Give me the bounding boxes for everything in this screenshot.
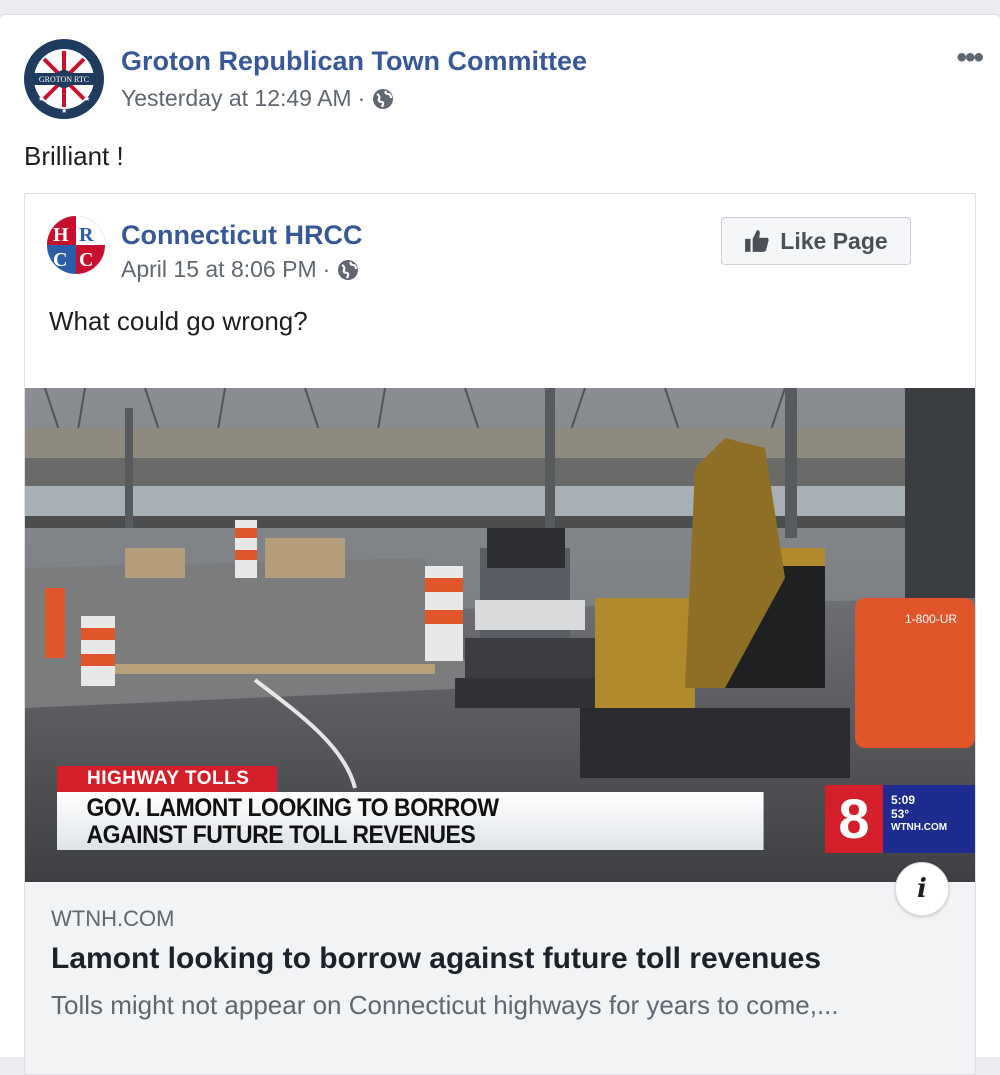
like-page-button[interactable]: Like Page [721,217,911,265]
avatar-text: GROTON RTC [39,75,89,84]
channel-temp: 53° [891,807,910,821]
meta-separator: · [322,256,331,282]
shared-post: H R C C Connecticut HRCC April 15 at 8:0… [24,193,976,1075]
globe-icon[interactable] [336,258,360,282]
chyron-headline: GOV. LAMONT LOOKING TO BORROW AGAINST FU… [57,792,764,850]
chyron-line-2: AGAINST FUTURE TOLL REVENUES [86,821,476,849]
post-timestamp[interactable]: Yesterday at 12:49 AM [121,85,352,112]
chyron-tag: HIGHWAY TOLLS [57,766,278,792]
svg-text:R: R [79,224,94,246]
more-options-icon[interactable]: ••• [956,41,983,75]
globe-icon[interactable] [371,87,395,111]
channel-info-box: 5:09 53° WTNH.COM [883,785,975,853]
chyron-line-1: GOV. LAMONT LOOKING TO BORROW [86,794,499,822]
like-page-label: Like Page [780,227,888,254]
shared-post-text: What could go wrong? [49,306,308,336]
post-card: GROTON RTC ★ ★ ★ ★ ★ Groton Republican Tow… [0,14,1000,1075]
svg-text:★: ★ [84,59,90,67]
link-domain: WTNH.COM [51,906,175,931]
svg-text:H: H [53,224,69,246]
svg-text:★: ★ [38,59,44,67]
svg-text:1-800-UR: 1-800-UR [905,612,957,626]
shared-author-link[interactable]: Connecticut HRCC [121,220,363,251]
info-icon[interactable]: i [895,862,949,916]
svg-text:C: C [53,249,67,271]
link-preview[interactable]: WTNH.COM Lamont looking to borrow agains… [25,882,975,1074]
link-title[interactable]: Lamont looking to borrow against future … [51,942,821,976]
groton-rtc-avatar[interactable]: GROTON RTC ★ ★ ★ ★ ★ [24,39,104,119]
svg-text:★: ★ [84,95,90,103]
shared-meta: April 15 at 8:06 PM · [121,256,360,283]
svg-text:★: ★ [38,95,44,103]
post-author-link[interactable]: Groton Republican Town Committee [121,46,587,77]
link-description: Tolls might not appear on Connecticut hi… [51,990,839,1020]
channel-site: WTNH.COM [891,822,948,833]
thumbs-up-icon [745,230,769,252]
hrcc-avatar[interactable]: H R C C [47,216,105,274]
post-text: Brilliant ! [24,141,124,171]
svg-text:C: C [79,249,93,271]
svg-text:★: ★ [61,107,67,115]
post-meta: Yesterday at 12:49 AM · [121,85,395,112]
shared-timestamp[interactable]: April 15 at 8:06 PM [121,256,317,283]
video-thumbnail[interactable]: 1-800-UR HIGHWAY TOLLS GOV. LAMONT LOOKI… [25,388,975,882]
channel-8-logo: 8 [825,785,883,853]
meta-separator: · [357,85,366,111]
channel-time: 5:09 [891,793,916,807]
